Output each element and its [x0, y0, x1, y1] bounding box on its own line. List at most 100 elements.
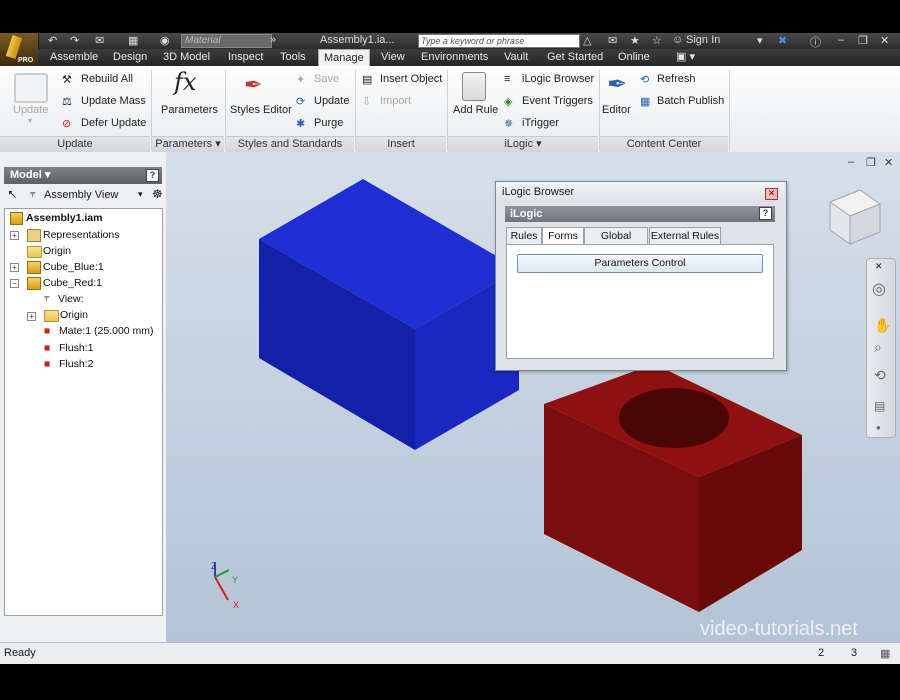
tab-design[interactable]: Design	[113, 49, 147, 66]
open-icon[interactable]: ✉	[95, 34, 104, 48]
tree-item-origin[interactable]: Origin	[43, 244, 71, 258]
help-icon[interactable]: ?	[146, 169, 159, 182]
expand-icon[interactable]: +	[10, 231, 19, 240]
tab-3d-model[interactable]: 3D Model	[163, 49, 210, 66]
material-select-value: Material	[185, 35, 221, 46]
material-select[interactable]: Material	[181, 34, 272, 48]
undo-icon[interactable]: ↶	[48, 34, 57, 48]
minimize-window-icon[interactable]: –	[838, 34, 844, 48]
purge-button[interactable]: Purge	[314, 117, 343, 129]
tab-view[interactable]: View	[381, 49, 405, 66]
help-icon[interactable]: ⓘ	[810, 34, 821, 49]
quick-access-more-icon[interactable]: »	[270, 34, 276, 48]
tree-item-view[interactable]: View:	[58, 292, 84, 306]
refresh-button[interactable]: Refresh	[657, 73, 696, 85]
tree-item-origin-sub[interactable]: Origin	[60, 308, 88, 322]
tab-get-started[interactable]: Get Started	[547, 49, 603, 66]
assembly-view-select[interactable]: Assembly View	[44, 189, 118, 201]
tab-external-rules[interactable]: External Rules	[649, 227, 721, 245]
look-at-icon[interactable]: ▤	[874, 399, 885, 413]
view-dropdown-icon[interactable]: ▾	[138, 189, 143, 200]
application-menu-button[interactable]: PRO	[0, 33, 39, 66]
color-icon[interactable]: ◉	[160, 34, 170, 48]
tree-item-flush-1[interactable]: Flush:1	[59, 341, 93, 355]
tab-tools[interactable]: Tools	[280, 49, 306, 66]
viewport-restore-icon[interactable]: ❐	[866, 156, 876, 169]
close-window-icon[interactable]: ✕	[880, 34, 889, 48]
dialog-close-icon[interactable]: ✕	[765, 188, 778, 200]
search-input[interactable]: Type a keyword or phrase	[418, 34, 580, 48]
tab-online[interactable]: Online	[618, 49, 650, 66]
star-icon[interactable]: ☆	[652, 34, 662, 48]
model-dropdown-icon[interactable]: ▾	[45, 169, 51, 181]
red-cube-hole[interactable]	[619, 388, 729, 448]
tab-vault[interactable]: Vault	[504, 49, 528, 66]
steering-wheel-icon[interactable]: ◎	[872, 279, 886, 299]
defer-update-button[interactable]: Defer Update	[81, 117, 146, 129]
tab-rules[interactable]: Rules	[506, 227, 542, 245]
content-center-editor-button[interactable]: Editor	[602, 104, 631, 116]
origin-folder-icon	[44, 310, 59, 322]
tree-item-mate[interactable]: Mate:1 (25.000 mm)	[59, 324, 154, 338]
flush-constraint-icon: ■	[44, 342, 51, 354]
redo-icon[interactable]: ↷	[70, 34, 79, 48]
navbar-menu-icon[interactable]: ●	[876, 423, 881, 432]
part-icon	[27, 277, 41, 290]
status-count-2: 3	[851, 647, 858, 659]
tab-global-forms[interactable]: Global Forms	[584, 227, 648, 258]
status-options-icon[interactable]: ▦	[880, 647, 890, 660]
search-icon[interactable]: △	[583, 34, 591, 48]
restore-window-icon[interactable]: ❐	[858, 34, 868, 48]
event-triggers-button[interactable]: Event Triggers	[522, 95, 593, 107]
viewport-close-icon[interactable]: ✕	[884, 156, 893, 169]
orbit-icon[interactable]: ⟲	[874, 367, 886, 384]
communication-icon[interactable]: ✉	[608, 34, 617, 48]
styles-editor-button[interactable]: Styles Editor	[230, 104, 292, 116]
update-style-button[interactable]: Update	[314, 95, 349, 107]
tab-assemble[interactable]: Assemble	[50, 49, 98, 66]
update-mass-button[interactable]: Update Mass	[81, 95, 146, 107]
dialog-title-bar[interactable]: iLogic Browser	[496, 182, 784, 202]
help-icon[interactable]: ?	[759, 207, 772, 220]
navbar-close-icon[interactable]: ✕	[875, 261, 883, 272]
zoom-icon[interactable]: ⌕	[874, 339, 882, 356]
find-icon[interactable]: ☸	[152, 187, 163, 201]
viewport-minimize-icon[interactable]: –	[848, 156, 854, 168]
collapse-icon[interactable]: −	[10, 279, 19, 288]
exchange-icon[interactable]: ✖	[778, 34, 787, 48]
tab-environments[interactable]: Environments	[421, 49, 488, 66]
batch-publish-button[interactable]: Batch Publish	[657, 95, 724, 107]
expand-icon[interactable]: +	[10, 263, 19, 272]
expand-icon[interactable]: +	[27, 312, 36, 321]
filter-icon[interactable]: ⭦	[8, 187, 16, 203]
update-dropdown-icon[interactable]: ▾	[28, 116, 32, 125]
sign-in-link[interactable]: Sign In	[686, 33, 720, 48]
ilogic-browser-button[interactable]: iLogic Browser	[522, 73, 594, 85]
favorites-icon[interactable]: ★	[630, 34, 640, 48]
tree-item-assembly[interactable]: Assembly1.iam	[26, 211, 102, 225]
panel-title-ilogic[interactable]: iLogic ▾	[448, 136, 598, 152]
user-icon[interactable]: ☺	[672, 34, 683, 48]
panel-expand-icon: ▾	[215, 138, 221, 150]
tree-item-flush-2[interactable]: Flush:2	[59, 357, 93, 371]
insert-object-button[interactable]: Insert Object	[380, 73, 442, 85]
import-button[interactable]: Import	[380, 95, 411, 107]
ribbon-display-icon[interactable]: ▣ ▾	[676, 49, 695, 66]
update-button[interactable]: Update	[13, 104, 48, 116]
pan-icon[interactable]: ✋	[874, 317, 891, 334]
panel-title-parameters[interactable]: Parameters ▾	[152, 136, 224, 152]
navigation-bar: ✕ ◎ ✋ ⌕ ⟲ ▤ ●	[866, 258, 896, 438]
save-style-button[interactable]: Save	[314, 73, 339, 85]
add-rule-button[interactable]: Add Rule	[453, 104, 498, 116]
signin-dropdown-icon[interactable]: ▾	[757, 34, 763, 48]
itrigger-button[interactable]: iTrigger	[522, 117, 559, 129]
tree-item-representations[interactable]: Representations	[43, 228, 119, 242]
parameters-control-button[interactable]: Parameters Control	[517, 254, 763, 273]
parameters-button[interactable]: Parameters	[161, 104, 218, 116]
rebuild-all-button[interactable]: Rebuild All	[81, 73, 133, 85]
tree-item-cube-red[interactable]: Cube_Red:1	[43, 276, 102, 290]
model-browser-header[interactable]: Model ▾ ?	[4, 167, 162, 184]
save-icon[interactable]: ▦	[128, 34, 138, 48]
tab-inspect[interactable]: Inspect	[228, 49, 263, 66]
tree-item-cube-blue[interactable]: Cube_Blue:1	[43, 260, 104, 274]
